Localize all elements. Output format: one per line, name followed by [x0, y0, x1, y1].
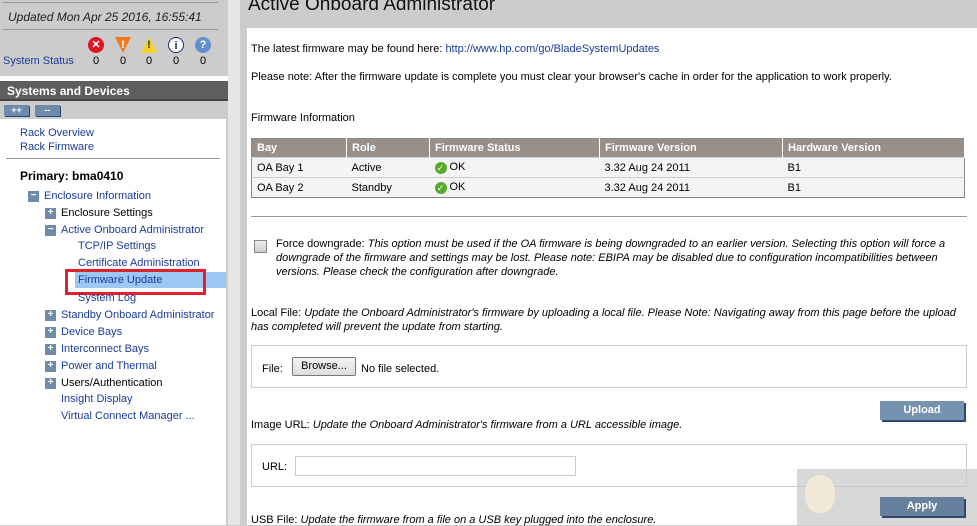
- col-fw-version: Firmware Version: [599, 138, 783, 158]
- cell-status: ✓ OK: [429, 177, 600, 198]
- content-area: The latest firmware may be found here: h…: [247, 28, 977, 526]
- tree-active-oa[interactable]: Active Onboard Administrator: [61, 224, 204, 236]
- cell-bay: OA Bay 1: [251, 157, 347, 178]
- tree-insight-display[interactable]: Insight Display: [61, 393, 133, 405]
- usb-file-label: USB File:: [251, 514, 301, 526]
- tree-enclosure-information[interactable]: Enclosure Information: [44, 190, 151, 202]
- cell-fw: 3.32 Aug 24 2011: [599, 157, 783, 178]
- ok-check-icon: ✓: [434, 161, 447, 174]
- tree-system-log[interactable]: System Log: [78, 292, 136, 304]
- mascot-icon: [805, 475, 835, 513]
- tree-tcpip-settings[interactable]: TCP/IP Settings: [78, 240, 156, 252]
- updated-timestamp: Updated Mon Apr 25 2016, 16:55:41: [8, 10, 202, 24]
- warning-icon[interactable]: !: [141, 37, 157, 53]
- tree-interconnect-bays[interactable]: Interconnect Bays: [61, 343, 149, 355]
- browse-button[interactable]: Browse...: [292, 357, 356, 376]
- url-input[interactable]: [295, 456, 576, 476]
- firmware-table: Bay Role Firmware Status Firmware Version Ha…: [251, 138, 965, 198]
- expand-icon[interactable]: +: [45, 208, 56, 219]
- force-desc: versions. Please check the configuration…: [276, 266, 559, 278]
- status-text: OK: [449, 161, 466, 174]
- critical-icon[interactable]: ✕: [88, 37, 104, 53]
- cell-role: Active: [346, 157, 430, 178]
- collapse-icon[interactable]: −: [45, 225, 56, 236]
- latest-prefix: The latest firmware may be found here:: [251, 43, 446, 55]
- cell-hw: B1: [782, 157, 965, 178]
- systems-devices-header: Systems and Devices: [0, 81, 228, 101]
- unknown-count: 0: [199, 55, 207, 67]
- table-row: OA Bay 1 Active ✓ OK 3.32 Aug 24 2011 B1: [251, 157, 965, 178]
- image-url-label: Image URL:: [251, 419, 313, 431]
- force-label: Force downgrade:: [276, 238, 368, 250]
- rack-firmware-link[interactable]: Rack Firmware: [20, 141, 94, 153]
- ok-check-icon: ✓: [434, 181, 447, 194]
- critical-count: 0: [92, 55, 100, 67]
- tree-device-bays[interactable]: Device Bays: [61, 326, 122, 338]
- left-panel: Updated Mon Apr 25 2016, 16:55:41 System…: [0, 0, 228, 525]
- apply-button[interactable]: Apply: [880, 497, 964, 516]
- tree-power-thermal[interactable]: Power and Thermal: [61, 360, 157, 372]
- collapse-all-button[interactable]: --: [35, 105, 60, 116]
- panel-divider[interactable]: [228, 0, 240, 525]
- url-label: URL:: [262, 461, 288, 473]
- status-text: OK: [449, 181, 466, 194]
- unknown-icon[interactable]: ?: [195, 37, 211, 53]
- system-status-link[interactable]: System Status: [3, 55, 74, 67]
- col-bay: Bay: [251, 138, 347, 158]
- firmware-info-heading: Firmware Information: [251, 112, 355, 124]
- navigation-tree: Rack Overview Rack Firmware Primary: bma…: [0, 119, 226, 525]
- info-count: 0: [172, 55, 180, 67]
- usb-file-desc: Update the firmware from a file on a USB…: [300, 514, 657, 526]
- local-file-label: Local File:: [251, 307, 305, 319]
- cell-fw: 3.32 Aug 24 2011: [599, 177, 783, 198]
- main-panel: Active Onboard Administrator The latest …: [240, 0, 977, 526]
- tree-standby-oa[interactable]: Standby Onboard Administrator: [61, 309, 214, 321]
- expand-icon[interactable]: +: [45, 344, 56, 355]
- force-desc: This option must be used if the OA firmw…: [367, 238, 946, 250]
- local-file-desc: Update the Onboard Administrator's firmw…: [304, 307, 956, 319]
- latest-firmware-text: The latest firmware may be found here: h…: [251, 43, 659, 55]
- tree-enclosure-settings[interactable]: Enclosure Settings: [61, 207, 153, 219]
- force-desc: downgrade of the firmware and settings m…: [276, 252, 938, 264]
- col-role: Role: [346, 138, 430, 158]
- expand-all-button[interactable]: ++: [4, 105, 29, 116]
- expand-icon[interactable]: +: [45, 378, 56, 389]
- cell-bay: OA Bay 2: [251, 177, 347, 198]
- image-url-desc: Update the Onboard Administrator's firmw…: [312, 419, 683, 431]
- table-row: OA Bay 2 Standby ✓ OK 3.32 Aug 24 2011 B1: [251, 177, 965, 198]
- primary-enclosure-label: Primary: bma0410: [20, 169, 124, 183]
- warning-count: 0: [145, 55, 153, 67]
- file-box: File: Browse... No file selected.: [251, 345, 967, 388]
- info-icon[interactable]: i: [168, 37, 184, 53]
- file-label: File:: [262, 363, 283, 375]
- rack-overview-link[interactable]: Rack Overview: [20, 127, 94, 139]
- tree-virtual-connect[interactable]: Virtual Connect Manager ...: [61, 410, 195, 422]
- major-icon[interactable]: !: [115, 37, 131, 53]
- expand-icon[interactable]: +: [45, 310, 56, 321]
- tree-users-auth[interactable]: Users/Authentication: [61, 377, 163, 389]
- tree-certificate-admin[interactable]: Certificate Administration: [78, 257, 200, 269]
- no-file-text: No file selected.: [361, 363, 440, 375]
- col-hw-version: Hardware Version: [782, 138, 965, 158]
- collapse-icon[interactable]: −: [28, 191, 39, 202]
- force-downgrade-checkbox[interactable]: [254, 240, 267, 253]
- cell-role: Standby: [346, 177, 430, 198]
- expand-icon[interactable]: +: [45, 361, 56, 372]
- expand-icon[interactable]: +: [45, 327, 56, 338]
- major-count: 0: [119, 55, 127, 67]
- blade-updates-link[interactable]: http://www.hp.com/go/BladeSystemUpdates: [445, 43, 659, 55]
- upload-button[interactable]: Upload: [880, 401, 964, 420]
- col-status: Firmware Status: [429, 138, 600, 158]
- page-title: Active Onboard Administrator: [248, 0, 496, 15]
- local-file-desc: has completed will prevent the update fr…: [251, 321, 503, 333]
- cache-note: Please note: After the firmware update i…: [251, 71, 892, 83]
- cell-status: ✓ OK: [429, 157, 600, 178]
- cell-hw: B1: [782, 177, 965, 198]
